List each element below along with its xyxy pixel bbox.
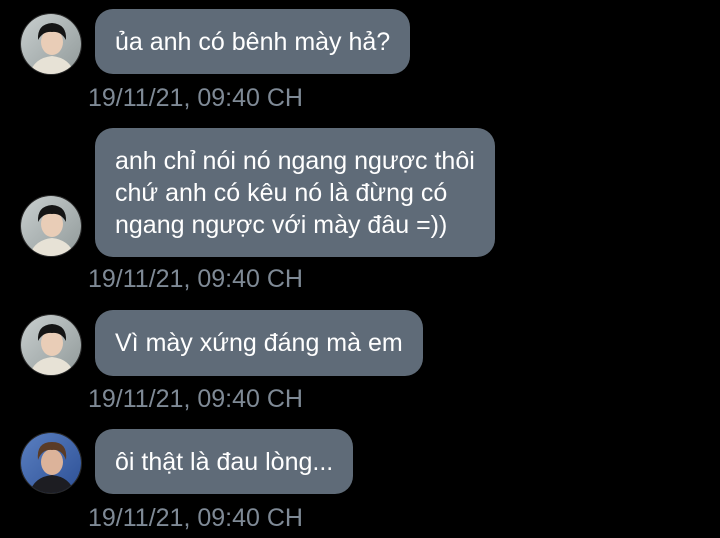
message-text: ủa anh có bênh mày hả? <box>115 27 391 56</box>
avatar[interactable] <box>20 13 82 75</box>
person-avatar-icon <box>21 196 81 256</box>
message-timestamp: 19/11/21, 09:40 CH <box>88 265 303 293</box>
message-timestamp: 19/11/21, 09:40 CH <box>88 84 303 112</box>
chat-screen: { "theme": { "background": "#000000", "b… <box>0 0 720 538</box>
avatar[interactable] <box>20 432 82 494</box>
message-bubble[interactable]: ôi thật là đau lòng... <box>95 429 354 494</box>
message-timestamp: 19/11/21, 09:40 CH <box>88 504 303 532</box>
message-bubble[interactable]: Vì mày xứng đáng mà em <box>95 310 423 376</box>
person-avatar-icon <box>21 14 81 74</box>
avatar[interactable] <box>20 314 82 376</box>
avatar[interactable] <box>20 195 82 257</box>
person-avatar-icon <box>21 433 81 493</box>
message-text: Vì mày xứng đáng mà em <box>115 329 403 357</box>
message-timestamp: 19/11/21, 09:40 CH <box>88 385 303 413</box>
message-text: anh chỉ nói nó ngang ngược thôi chứ anh … <box>115 146 475 239</box>
person-avatar-icon <box>21 315 81 375</box>
message-text: ôi thật là đau lòng... <box>115 447 334 476</box>
message-bubble[interactable]: anh chỉ nói nó ngang ngược thôi chứ anh … <box>95 128 495 257</box>
message-bubble[interactable]: ủa anh có bênh mày hả? <box>95 9 411 74</box>
